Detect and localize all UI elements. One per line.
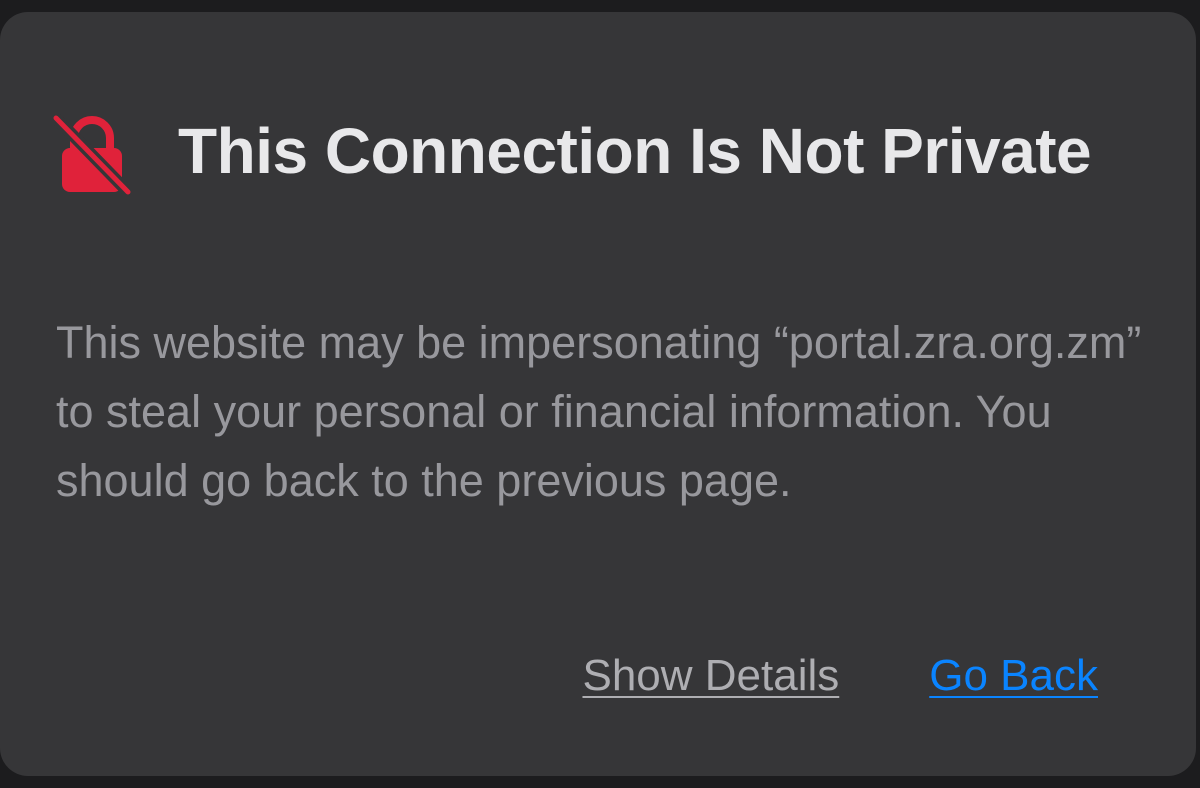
warning-title: This Connection Is Not Private <box>178 115 1092 187</box>
warning-card: This Connection Is Not Private This webs… <box>0 12 1196 776</box>
go-back-button[interactable]: Go Back <box>929 648 1098 704</box>
warning-message: This website may be impersonating “porta… <box>56 317 1142 506</box>
warning-actions: Show Details Go Back <box>582 648 1098 704</box>
show-details-button[interactable]: Show Details <box>582 648 839 704</box>
lock-slash-icon <box>50 112 134 198</box>
